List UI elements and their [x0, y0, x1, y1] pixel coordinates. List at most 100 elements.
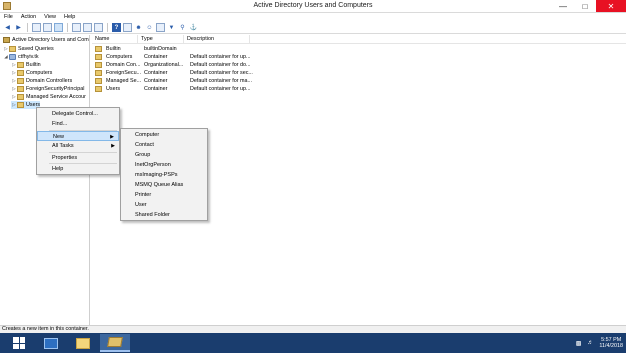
tree-item-managed-service[interactable]: ▷ Managed Service Accour — [11, 93, 86, 101]
column-description[interactable]: Description — [184, 35, 250, 43]
close-button[interactable]: ✕ — [596, 0, 626, 12]
forward-icon[interactable]: ▶ — [14, 23, 23, 32]
new-group-icon[interactable]: ☺ — [145, 23, 154, 32]
column-name[interactable]: Name — [92, 35, 138, 43]
new-submenu: Computer Contact Group InetOrgPerson msI… — [120, 128, 208, 221]
tree-root[interactable]: Active Directory Users and Com — [3, 36, 89, 44]
minimize-button[interactable]: — — [552, 0, 574, 12]
maximize-button[interactable]: □ — [574, 0, 596, 12]
show-tree-icon[interactable] — [43, 23, 52, 32]
menu-item-help[interactable]: Help — [37, 164, 119, 174]
clock[interactable]: 5:57 PM 11/4/2018 — [599, 337, 623, 349]
properties-icon[interactable] — [123, 23, 132, 32]
copy-icon[interactable] — [72, 23, 81, 32]
up-folder-icon[interactable] — [32, 23, 41, 32]
tree-item-label: Computers — [26, 70, 53, 76]
list-item[interactable]: Managed Se... Container Default containe… — [92, 77, 253, 85]
submenu-item-printer[interactable]: Printer — [121, 190, 151, 200]
submenu-item-shared-folder[interactable]: Shared Folder — [121, 210, 170, 220]
item-name: ForeignSecu... — [106, 70, 141, 76]
submenu-item-msimaging-psps[interactable]: msImaging-PSPs — [121, 170, 178, 180]
taskbar-active-directory[interactable] — [100, 334, 130, 352]
list-item[interactable]: Builtin builtinDomain — [92, 45, 253, 53]
list-item[interactable]: ForeignSecu... Container Default contain… — [92, 69, 253, 77]
item-description: Default container for do... — [190, 62, 251, 68]
submenu-arrow-icon: ▶ — [111, 143, 115, 149]
folder-icon — [17, 102, 24, 108]
tree-item-builtin[interactable]: ▷ Builtin — [11, 61, 41, 69]
taskbar-file-explorer[interactable] — [68, 334, 98, 352]
snapin-icon — [3, 37, 10, 43]
folder-icon — [17, 70, 24, 76]
start-button[interactable] — [4, 334, 34, 352]
item-name: Builtin — [106, 46, 121, 52]
file-explorer-icon — [76, 337, 90, 349]
tree-item-foreign-security[interactable]: ▷ ForeignSecurityPrincipal — [11, 85, 84, 93]
list-view-icon[interactable] — [54, 23, 63, 32]
help-icon[interactable]: ? — [112, 23, 121, 32]
menu-item-delegate-control[interactable]: Delegate Control... — [37, 109, 119, 119]
toolbar-separator — [107, 23, 108, 32]
tree-item-label: ForeignSecurityPrincipal — [26, 86, 85, 92]
item-name: Domain Con... — [106, 62, 141, 68]
powershell-icon — [44, 337, 58, 349]
item-type: Container — [144, 70, 168, 76]
toolbar: ◀ ▶ ? ☻ ☺ ▼ ⚲ ⚓ — [0, 22, 626, 34]
back-icon[interactable]: ◀ — [3, 23, 12, 32]
tree-item-computers[interactable]: ▷ Computers — [11, 69, 52, 77]
volume-icon[interactable]: ♬ — [587, 340, 593, 346]
folder-icon — [95, 70, 102, 76]
menu-item-properties[interactable]: Properties — [37, 153, 119, 163]
tree-item-domain[interactable]: ◢ ctfhyiv.tk — [3, 53, 39, 61]
item-type: Container — [144, 86, 168, 92]
submenu-item-msmq-queue-alias[interactable]: MSMQ Queue Alias — [121, 180, 183, 190]
refresh-icon[interactable] — [83, 23, 92, 32]
tree-item-domain-controllers[interactable]: ▷ Domain Controllers — [11, 77, 72, 85]
submenu-item-group[interactable]: Group — [121, 150, 150, 160]
menu-file[interactable]: File — [4, 13, 13, 22]
menu-action[interactable]: Action — [21, 13, 36, 22]
tree-item-saved-queries[interactable]: ▷ Saved Queries — [3, 45, 54, 53]
tree-item-label: Domain Controllers — [26, 78, 73, 84]
tree-item-label: Managed Service Accour — [26, 94, 86, 100]
network-icon[interactable]: ▩ — [576, 340, 582, 347]
find-icon[interactable]: ⚲ — [178, 23, 187, 32]
menu-item-all-tasks[interactable]: All Tasks ▶ — [37, 141, 119, 151]
title-bar: Active Directory Users and Computers — □… — [0, 0, 626, 13]
tree-item-label: Saved Queries — [18, 46, 54, 52]
folder-icon — [95, 62, 102, 68]
item-type: Container — [144, 78, 168, 84]
new-user-icon[interactable]: ☻ — [134, 23, 143, 32]
menu-item-new[interactable]: New ▶ — [37, 131, 119, 141]
item-type: Container — [144, 54, 168, 60]
submenu-item-user[interactable]: User — [121, 200, 147, 210]
folder-icon — [17, 78, 24, 84]
submenu-item-inetorgperson[interactable]: InetOrgPerson — [121, 160, 171, 170]
domain-icon — [9, 54, 16, 60]
menu-help[interactable]: Help — [64, 13, 75, 22]
folder-icon — [9, 46, 16, 52]
menu-item-label: New — [53, 134, 65, 140]
system-tray: ▩ ♬ 5:57 PM 11/4/2018 — [576, 336, 623, 350]
folder-icon — [17, 94, 24, 100]
menu-item-find[interactable]: Find... — [37, 119, 119, 129]
item-description: Default container for sec... — [190, 70, 253, 76]
submenu-item-contact[interactable]: Contact — [121, 140, 154, 150]
folder-icon — [95, 86, 102, 92]
item-type: Organizational... — [144, 62, 184, 68]
filter-icon[interactable]: ▼ — [167, 23, 176, 32]
column-type[interactable]: Type — [138, 35, 184, 43]
add-to-group-icon[interactable]: ⚓ — [189, 23, 198, 32]
new-ou-icon[interactable] — [156, 23, 165, 32]
list-item[interactable]: Domain Con... Organizational... Default … — [92, 61, 253, 69]
item-name: Computers — [106, 54, 133, 60]
taskbar-powershell[interactable] — [36, 334, 66, 352]
item-description: Default container for up... — [190, 54, 251, 60]
export-icon[interactable] — [94, 23, 103, 32]
menu-view[interactable]: View — [44, 13, 56, 22]
submenu-item-computer[interactable]: Computer — [121, 130, 159, 140]
list-item[interactable]: Users Container Default container for up… — [92, 85, 253, 93]
list-item[interactable]: Computers Container Default container fo… — [92, 53, 253, 61]
toolbar-separator — [27, 23, 28, 32]
folder-icon — [17, 86, 24, 92]
